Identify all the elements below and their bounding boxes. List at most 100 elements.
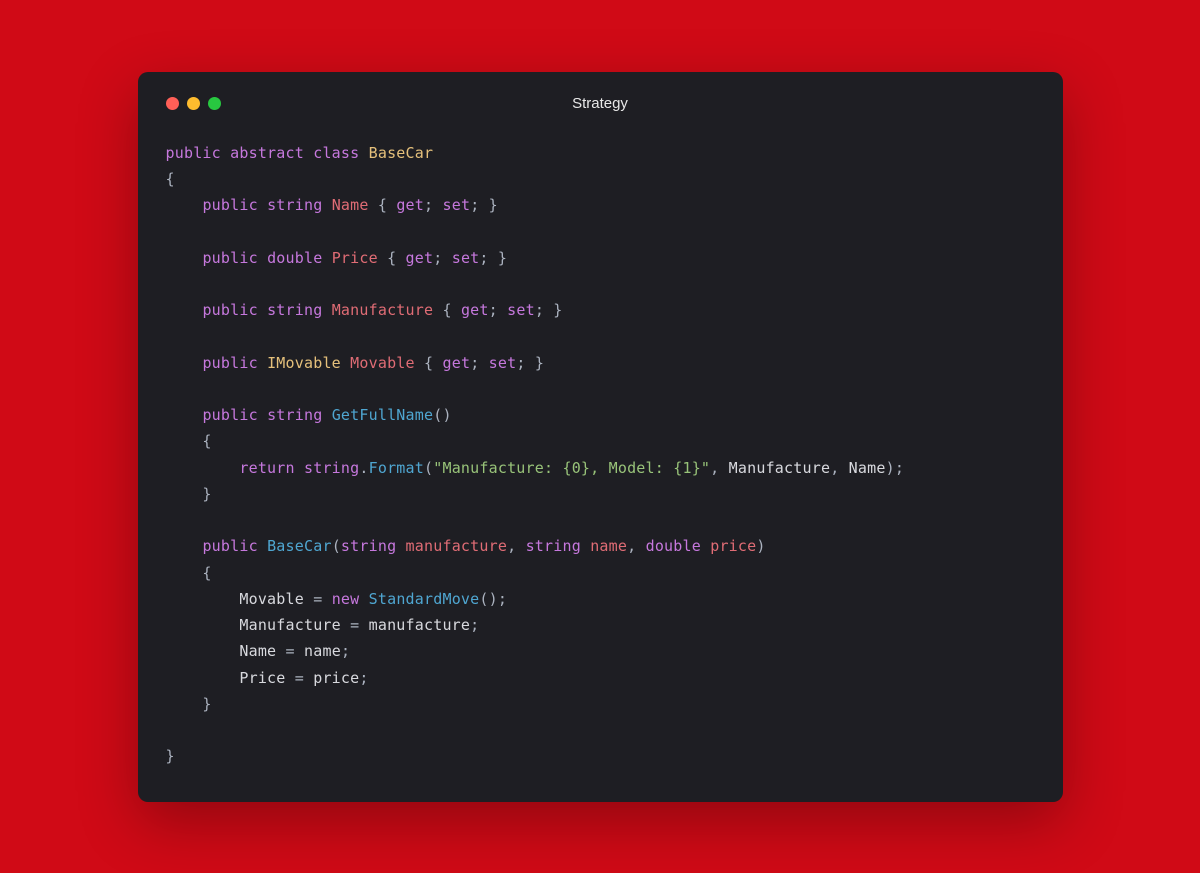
code-token-def: Movable <box>239 590 304 608</box>
code-token-keyword: public <box>202 301 257 319</box>
maximize-icon[interactable] <box>208 97 221 110</box>
code-token-punct: { <box>166 564 212 582</box>
code-token-keyword: set <box>443 196 471 214</box>
code-token-punct: (); <box>479 590 507 608</box>
code-token-punct: ; <box>341 642 350 660</box>
code-token-punct <box>166 537 203 555</box>
code-token-punct: ; <box>470 354 488 372</box>
code-token-punct <box>295 459 304 477</box>
code-token-punct: ; <box>433 249 451 267</box>
code-token-def: Name <box>239 642 276 660</box>
code-token-keyword: string <box>526 537 581 555</box>
code-token-method: Format <box>369 459 424 477</box>
code-token-punct <box>166 354 203 372</box>
code-token-punct: ); <box>886 459 904 477</box>
code-token-keyword: double <box>267 249 322 267</box>
code-token-prop: Price <box>332 249 378 267</box>
code-token-punct: ) <box>756 537 765 555</box>
code-token-keyword: set <box>452 249 480 267</box>
code-token-keyword: public <box>202 406 257 424</box>
code-token-punct <box>304 144 313 162</box>
code-token-keyword: abstract <box>230 144 304 162</box>
code-token-type: BaseCar <box>369 144 434 162</box>
code-token-keyword: get <box>396 196 424 214</box>
code-token-punct <box>166 590 240 608</box>
code-token-keyword: public <box>202 354 257 372</box>
code-token-keyword: new <box>332 590 360 608</box>
code-token-punct <box>322 196 331 214</box>
code-token-keyword: string <box>267 301 322 319</box>
code-token-punct: } <box>166 747 175 765</box>
code-token-punct <box>166 196 203 214</box>
code-token-punct <box>359 144 368 162</box>
code-token-punct: { <box>433 301 461 319</box>
code-token-punct: ; } <box>479 249 507 267</box>
code-token-punct: ; } <box>516 354 544 372</box>
code-content[interactable]: public abstract class BaseCar { public s… <box>166 140 1035 770</box>
code-token-keyword: class <box>313 144 359 162</box>
code-token-def: Name <box>849 459 886 477</box>
code-token-punct <box>322 301 331 319</box>
code-token-param: price <box>710 537 756 555</box>
minimize-icon[interactable] <box>187 97 200 110</box>
code-token-def: name <box>304 642 341 660</box>
code-token-prop: Manufacture <box>332 301 434 319</box>
code-token-punct: ; <box>489 301 507 319</box>
code-token-keyword: get <box>442 354 470 372</box>
code-token-punct <box>341 354 350 372</box>
code-token-punct: ; } <box>470 196 498 214</box>
code-token-keyword: string <box>267 196 322 214</box>
code-token-punct <box>166 669 240 687</box>
code-token-punct <box>166 459 240 477</box>
code-token-string: "Manufacture: {0}, Model: {1}" <box>433 459 710 477</box>
code-token-prop: Movable <box>350 354 415 372</box>
code-token-punct: = <box>276 642 304 660</box>
code-token-punct: { <box>166 432 212 450</box>
code-token-punct <box>258 301 267 319</box>
code-token-punct: ; <box>424 196 442 214</box>
code-token-method: GetFullName <box>332 406 434 424</box>
code-token-punct <box>221 144 230 162</box>
code-token-keyword: public <box>202 196 257 214</box>
code-token-punct: } <box>166 485 212 503</box>
code-window: Strategy public abstract class BaseCar {… <box>138 72 1063 802</box>
code-token-punct: , <box>830 459 848 477</box>
code-token-punct: ; <box>470 616 479 634</box>
code-token-method: BaseCar <box>267 537 332 555</box>
code-token-punct: } <box>166 695 212 713</box>
code-token-punct <box>166 301 203 319</box>
code-token-keyword: string <box>304 459 359 477</box>
code-token-punct: , <box>710 459 728 477</box>
code-token-punct: ; <box>359 669 368 687</box>
code-token-keyword: public <box>202 537 257 555</box>
code-token-def: manufacture <box>369 616 471 634</box>
code-token-punct: = <box>304 590 332 608</box>
code-token-punct: ( <box>424 459 433 477</box>
code-token-keyword: return <box>239 459 294 477</box>
code-token-punct <box>322 406 331 424</box>
code-token-punct <box>258 406 267 424</box>
code-token-punct: () <box>433 406 451 424</box>
code-token-punct <box>166 249 203 267</box>
code-token-punct: { <box>369 196 397 214</box>
code-token-punct <box>359 590 368 608</box>
code-token-punct: ; } <box>535 301 563 319</box>
traffic-lights <box>166 97 221 110</box>
window-title: Strategy <box>572 95 628 112</box>
code-token-punct <box>166 642 240 660</box>
code-token-keyword: set <box>489 354 517 372</box>
code-token-punct <box>166 616 240 634</box>
window-titlebar: Strategy <box>166 92 1035 116</box>
close-icon[interactable] <box>166 97 179 110</box>
code-token-def: Price <box>239 669 285 687</box>
code-token-param: manufacture <box>406 537 508 555</box>
code-token-param: name <box>590 537 627 555</box>
code-token-prop: Name <box>332 196 369 214</box>
code-token-punct: ( <box>332 537 341 555</box>
code-token-def: Manufacture <box>729 459 831 477</box>
code-token-keyword: string <box>267 406 322 424</box>
code-token-punct <box>258 249 267 267</box>
code-token-punct: = <box>341 616 369 634</box>
code-token-def: price <box>313 669 359 687</box>
code-token-punct: { <box>378 249 406 267</box>
